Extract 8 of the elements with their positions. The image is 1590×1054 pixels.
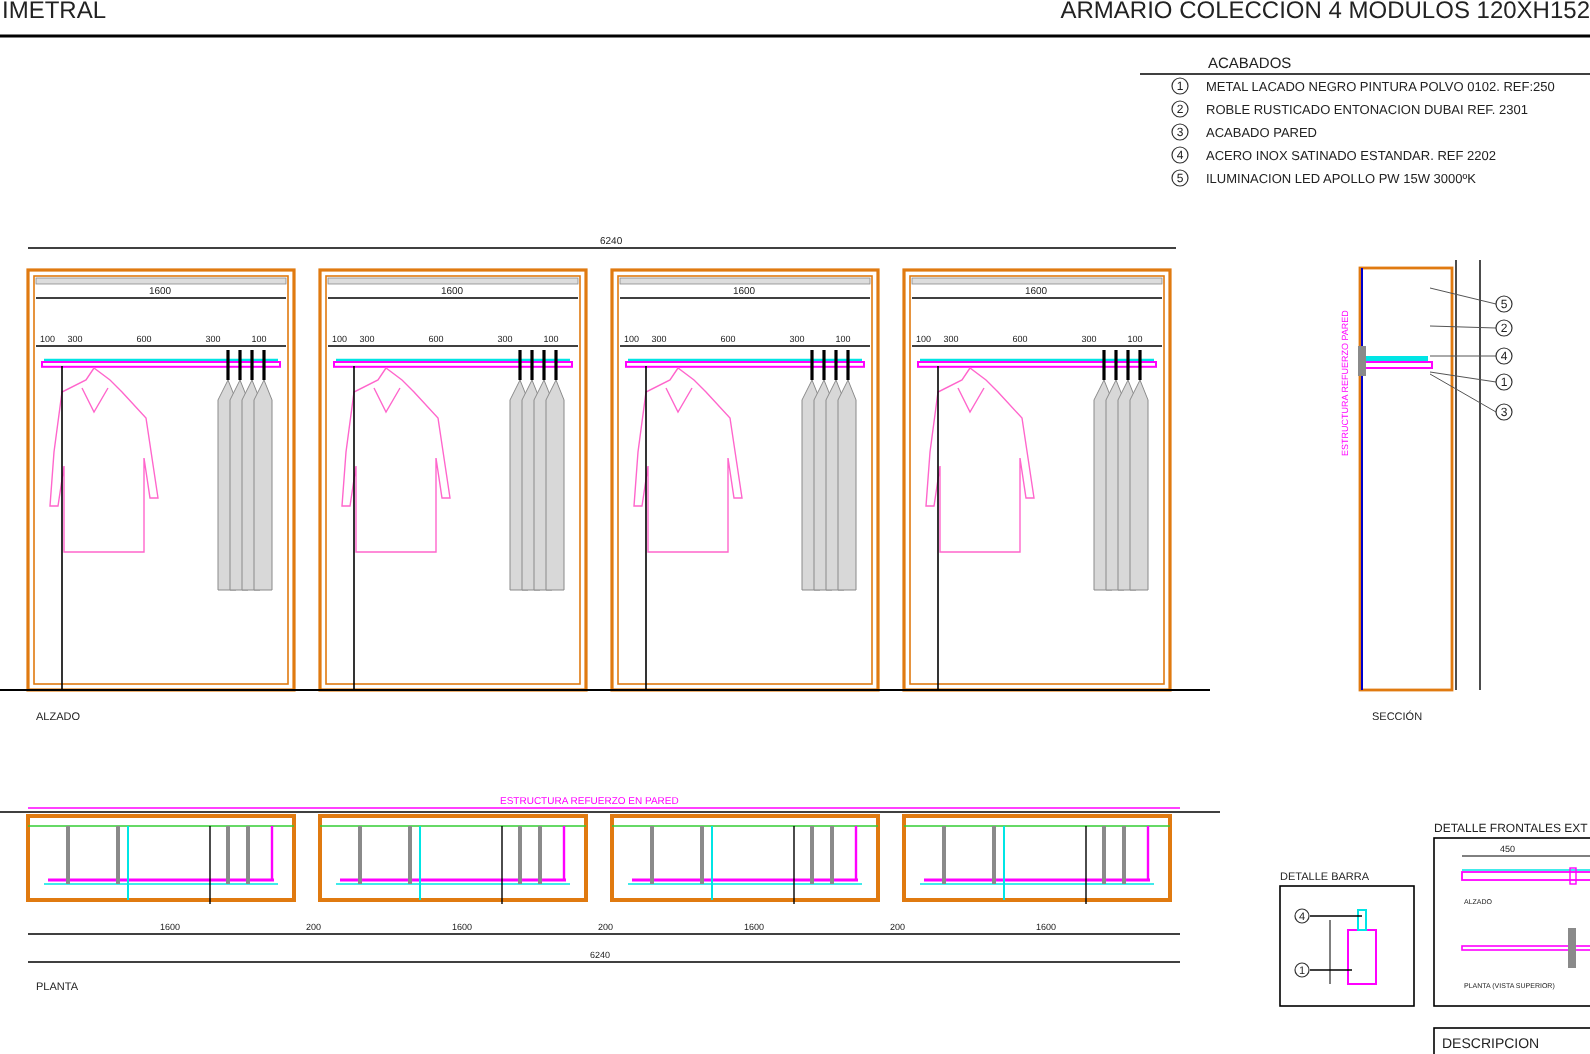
leader-line [1429, 325, 1497, 329]
leader-line [1429, 355, 1497, 357]
drawing-title: IMETRAL [2, 0, 107, 24]
detail-frame [1279, 885, 1415, 1007]
front-detail-drawing [1461, 855, 1590, 968]
drawing-title: ARMARIO COLECCION 4 MODULOS 120XH152 [1060, 0, 1590, 24]
bar-detail-drawing [1309, 909, 1377, 985]
leader-line [1429, 287, 1497, 305]
